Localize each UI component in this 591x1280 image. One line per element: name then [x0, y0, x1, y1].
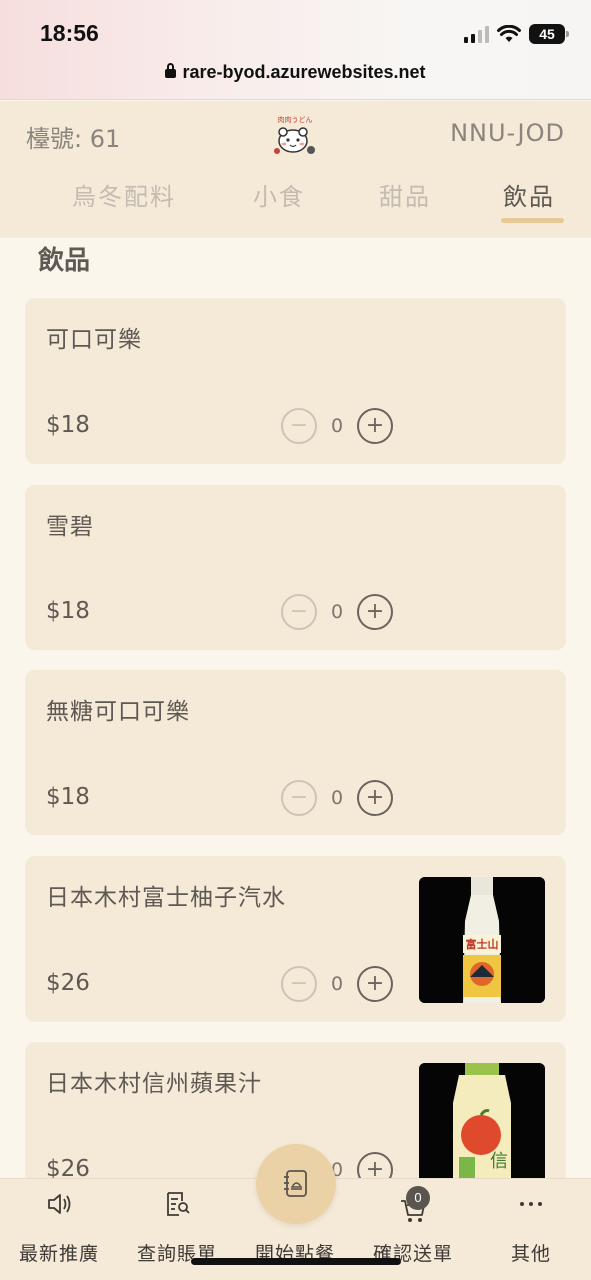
menu-item-card[interactable]: 日本木村富士柚子汽水 $26 − 0 + 富士山: [25, 856, 566, 1022]
order-code: NNU-JOD: [450, 119, 565, 147]
item-price: $26: [46, 970, 90, 996]
wifi-icon: [497, 25, 521, 42]
item-price: $18: [46, 784, 90, 810]
section-title: 飲品: [38, 246, 91, 276]
menu-item-card[interactable]: 雪碧 $18 − 0 +: [25, 485, 566, 650]
decrease-button[interactable]: −: [281, 408, 317, 444]
home-indicator[interactable]: [191, 1258, 401, 1265]
logo-text: 肉肉うどん: [278, 115, 313, 124]
quantity-value: 0: [330, 601, 344, 623]
menu-item-card[interactable]: 無糖可口可樂 $18 − 0 +: [25, 670, 566, 835]
item-price: $18: [46, 598, 90, 624]
increase-button[interactable]: +: [357, 966, 393, 1002]
item-name: 日本木村信州蘋果汁: [46, 1071, 262, 1097]
item-name: 日本木村富士柚子汽水: [46, 885, 286, 911]
tab-drinks[interactable]: 飲品: [503, 177, 555, 212]
nav-more[interactable]: 其他: [472, 1179, 590, 1280]
bottle-label-text: 富士山: [466, 937, 499, 951]
more-icon: [520, 1202, 542, 1206]
cart-count-badge: 0: [406, 1186, 430, 1210]
nav-label: 最新推廣: [18, 1243, 99, 1265]
item-name: 無糖可口可樂: [46, 699, 190, 725]
item-price: $18: [46, 412, 90, 438]
app-header: 檯號: 61 肉肉うどん NNU-JOD 烏冬配料 小食 甜品 飲品: [0, 101, 591, 238]
speaker-icon: [48, 1194, 71, 1214]
item-image[interactable]: 信: [419, 1063, 545, 1189]
quantity-stepper: − 0 +: [281, 408, 393, 444]
nav-promotions[interactable]: 最新推廣: [0, 1179, 118, 1280]
table-number: 檯號: 61: [26, 125, 121, 153]
item-name: 雪碧: [46, 514, 94, 540]
increase-button[interactable]: +: [357, 408, 393, 444]
item-name: 可口可樂: [46, 327, 142, 353]
menu-item-card[interactable]: 可口可樂 $18 − 0 +: [25, 298, 566, 464]
lock-icon: [165, 63, 177, 78]
increase-button[interactable]: +: [357, 780, 393, 816]
address-bar[interactable]: rare-byod.azurewebsites.net: [0, 62, 591, 83]
quantity-stepper: − 0 +: [281, 780, 393, 816]
increase-button[interactable]: +: [357, 594, 393, 630]
quantity-stepper: − 0 +: [281, 594, 393, 630]
quantity-value: 0: [330, 973, 344, 995]
tab-snacks[interactable]: 小食: [253, 177, 305, 212]
decrease-button[interactable]: −: [281, 780, 317, 816]
battery-icon: 45: [529, 24, 569, 44]
url-text: rare-byod.azurewebsites.net: [182, 62, 426, 82]
restaurant-logo: 肉肉うどん: [274, 115, 315, 154]
cellular-signal-icon: [464, 25, 489, 43]
tab-desserts[interactable]: 甜品: [379, 177, 431, 212]
decrease-button[interactable]: −: [281, 594, 317, 630]
decrease-button[interactable]: −: [281, 966, 317, 1002]
status-time: 18:56: [40, 20, 99, 46]
quantity-value: 0: [330, 415, 344, 437]
menu-book-icon: [284, 1170, 307, 1197]
start-order-button[interactable]: [256, 1144, 336, 1224]
item-image[interactable]: 富士山: [419, 877, 545, 1003]
yuzu-soda-bottle-image: 富士山: [419, 877, 545, 1003]
nav-label: 其他: [510, 1243, 551, 1265]
quantity-stepper: − 0 +: [281, 966, 393, 1002]
bottle-label-text: 信: [490, 1151, 508, 1172]
active-tab-indicator: [501, 218, 564, 223]
tab-toppings[interactable]: 烏冬配料: [72, 177, 176, 212]
receipt-search-icon: [167, 1192, 190, 1216]
apple-juice-bottle-image: 信: [419, 1063, 545, 1189]
quantity-value: 0: [330, 787, 344, 809]
status-bar: 18:56 45 rare-byod.azurewebsites.net: [0, 0, 591, 100]
status-icons: 45: [464, 24, 569, 44]
